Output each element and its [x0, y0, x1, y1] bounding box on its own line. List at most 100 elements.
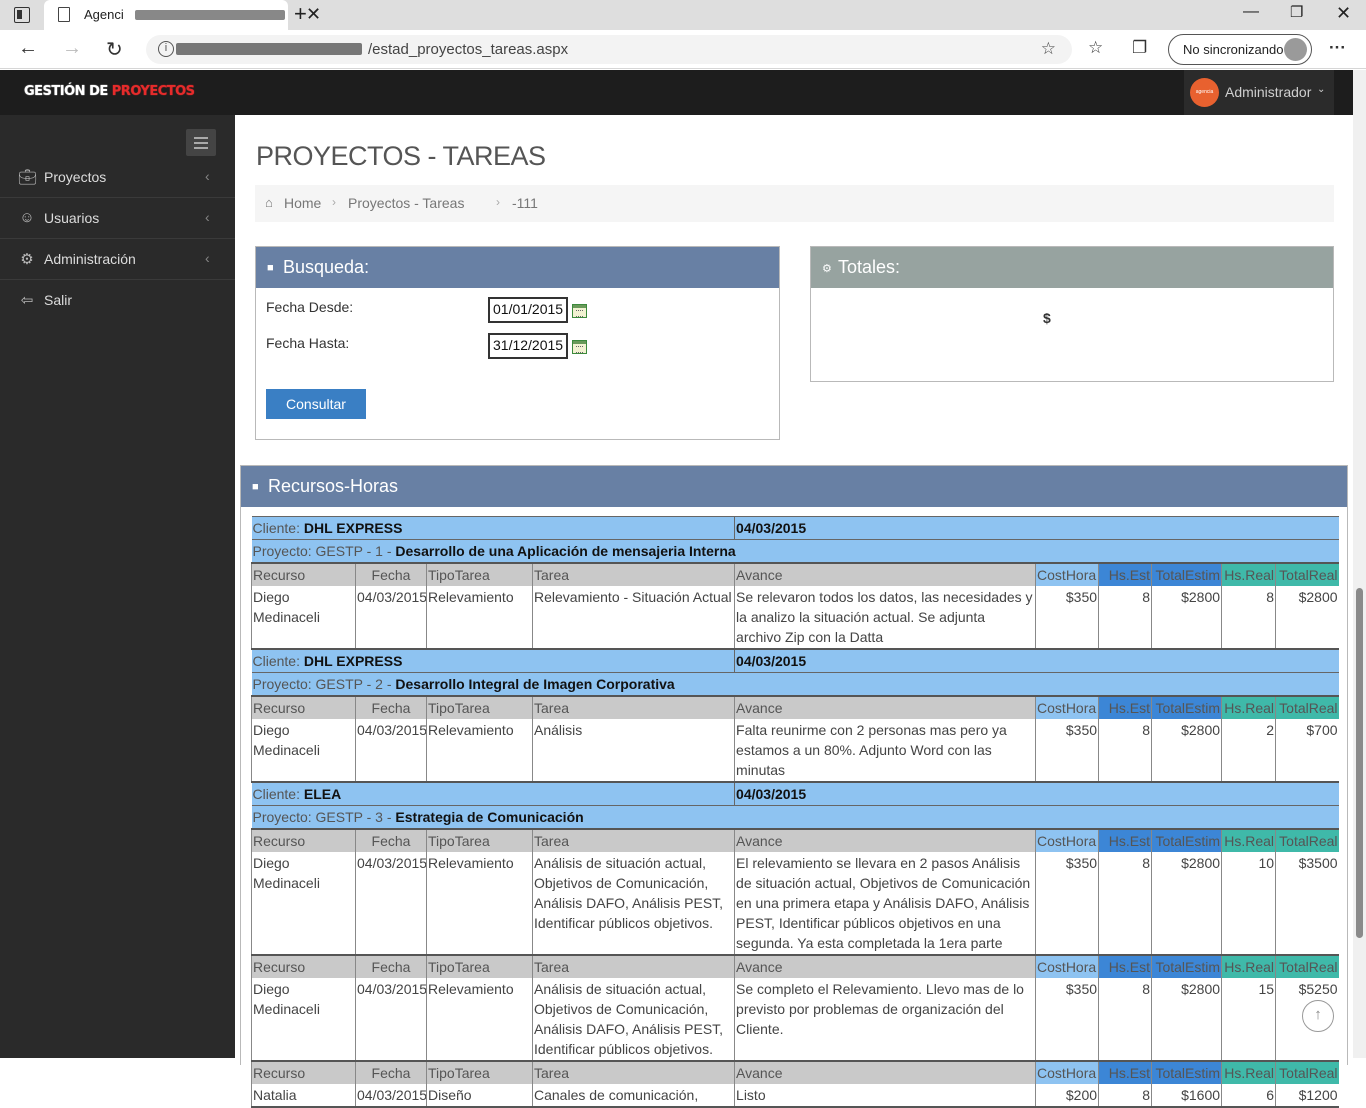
client-row: Cliente: DHL EXPRESS 04/03/2015 — [251, 516, 1339, 540]
cell-tarea: Canales de comunicación, — [531, 1084, 735, 1108]
cell-totalreal: $700 — [1275, 719, 1339, 783]
refresh-icon[interactable]: ↻ — [106, 37, 123, 62]
cell-costhora: $350 — [1035, 719, 1099, 783]
fecha-hasta-input[interactable]: 31/12/2015 — [488, 333, 568, 359]
chevron-down-icon: ⌄ — [1317, 84, 1326, 95]
header-fecha: Fecha — [355, 828, 427, 852]
browser-tab[interactable]: Agenci ✕ — [44, 0, 321, 30]
favorites-icon[interactable]: ☆ — [1088, 38, 1103, 58]
cell-totalreal: $1200 — [1275, 1084, 1339, 1108]
header-totalestim: TotalEstim — [1151, 562, 1222, 586]
forward-icon[interactable]: → — [62, 37, 82, 60]
cell-tipo: Relevamiento — [426, 586, 533, 650]
user-name: Administrador — [1225, 84, 1312, 100]
header-recurso: Recurso — [251, 954, 356, 978]
totales-title: Totales: — [838, 257, 901, 277]
tab-actions-icon[interactable] — [14, 7, 30, 23]
cell-avance: Se completo el Relevamiento. Llevo mas d… — [734, 978, 1036, 1062]
brand-logo[interactable]: GESTIÓN DE PROYECTOS — [24, 84, 195, 99]
vertical-scrollbar[interactable] — [1353, 70, 1366, 1058]
client-cell: Cliente: DHL EXPRESS — [251, 648, 735, 673]
sidebar-item-label: Proyectos — [44, 169, 107, 185]
collections-icon[interactable]: ❐ — [1132, 38, 1147, 58]
table-row: Diego Medinaceli 04/03/2015 Relevamiento Re… — [251, 586, 1339, 650]
brand-white: GESTIÓN DE — [24, 84, 108, 99]
cell-hsest: 8 — [1098, 719, 1152, 783]
header-costhora: CostHora — [1035, 695, 1099, 719]
header-hsest: Hs.Est — [1098, 828, 1152, 852]
sidebar-item-label: Usuarios — [44, 210, 100, 226]
cell-hsreal: 15 — [1221, 978, 1276, 1062]
table-row: Diego Medinaceli 04/03/2015 Relevamiento An… — [251, 719, 1339, 783]
profile-sync-button[interactable]: No sincronizando — [1168, 34, 1312, 65]
site-info-icon[interactable]: i — [158, 41, 174, 57]
cell-fecha: 04/03/2015 — [355, 586, 427, 650]
gift-icon: ■ — [267, 262, 274, 274]
header-hsreal: Hs.Real — [1221, 1060, 1276, 1084]
close-window-icon[interactable]: ✕ — [1336, 3, 1351, 24]
header-hsreal: Hs.Real — [1221, 954, 1276, 978]
cell-hsest: 8 — [1098, 852, 1152, 956]
page-icon — [58, 7, 70, 22]
cliente-label: Cliente: — [252, 520, 300, 536]
totales-header: ⚙ Totales: — [811, 247, 1333, 288]
user-avatar: agencia Ecoba — [1190, 78, 1219, 107]
cell-costhora: $350 — [1035, 852, 1099, 956]
cliente-label: Cliente: — [252, 786, 300, 802]
sidebar-item-usuarios[interactable]: ☺ Usuarios ‹ — [0, 198, 235, 239]
new-tab-icon[interactable]: + — [294, 1, 307, 27]
close-tab-icon[interactable]: ✕ — [306, 4, 321, 25]
totales-value: $ — [1043, 310, 1051, 326]
user-menu[interactable]: agencia Ecoba Administrador ⌄ — [1184, 70, 1334, 115]
sidebar-item-salir[interactable]: ⇦ Salir — [0, 280, 235, 321]
fecha-desde-input[interactable]: 01/01/2015 — [488, 297, 568, 323]
cell-tipo: Relevamiento — [426, 852, 533, 956]
breadcrumb: ⌂ Home › Proyectos - Tareas › -111 — [255, 185, 1334, 222]
header-recurso: Recurso — [251, 562, 356, 586]
header-avance: Avance — [734, 954, 1036, 978]
header-costhora: CostHora — [1035, 562, 1099, 586]
project-row: Proyecto: GESTP - 3 - Estrategia de Comu… — [251, 805, 1339, 829]
cell-fecha: 04/03/2015 — [355, 978, 427, 1062]
proyecto-code: GESTP - 2 - — [315, 676, 392, 692]
restore-icon[interactable]: ❐ — [1290, 3, 1303, 21]
more-menu-icon[interactable]: ··· — [1329, 38, 1346, 58]
scrollbar-thumb[interactable] — [1356, 588, 1363, 938]
recursos-table: Cliente: DHL EXPRESS 04/03/2015 Proyecto: … — [251, 516, 1339, 1108]
scroll-to-top-button[interactable]: ↑ — [1302, 1000, 1334, 1032]
favorite-add-icon[interactable]: ☆ — [1041, 39, 1056, 59]
breadcrumb-proyectos-tareas[interactable]: Proyectos - Tareas — [348, 195, 464, 211]
back-icon[interactable]: ← — [18, 37, 38, 60]
cliente-date: 04/03/2015 — [736, 786, 807, 802]
project-row: Proyecto: GESTP - 1 - Desarrollo de una … — [251, 539, 1339, 563]
redacted-domain — [176, 43, 362, 55]
cell-avance: Se relevaron todos los datos, las necesi… — [734, 586, 1036, 650]
proyecto-code: GESTP - 3 - — [315, 809, 392, 825]
cell-tipo: Diseño — [426, 1084, 533, 1108]
calendar-icon[interactable] — [572, 340, 587, 354]
proyecto-name: Estrategia de Comunicación — [395, 809, 584, 825]
gears-icon: ⚙ — [822, 263, 832, 275]
client-date-cell: 04/03/2015 — [734, 781, 1339, 806]
url-field[interactable]: i /estad_proyectos_tareas.aspx ☆ — [146, 35, 1072, 64]
table-row: Natalia 04/03/2015 Diseño Canales de comuni… — [251, 1084, 1339, 1108]
breadcrumb-home[interactable]: Home — [284, 195, 321, 211]
user-icon: ☺ — [19, 209, 35, 226]
gift-icon: ■ — [252, 481, 259, 493]
cell-totalestim: $2800 — [1151, 586, 1222, 650]
proyecto-code: GESTP - 1 - — [315, 543, 392, 559]
cell-recurso: Diego Medinaceli — [251, 719, 356, 783]
header-costhora: CostHora — [1035, 1060, 1099, 1084]
header-tipotarea: TipoTarea — [426, 695, 533, 719]
header-tarea: Tarea — [531, 695, 735, 719]
sidebar-toggle-button[interactable] — [186, 129, 216, 156]
home-icon[interactable]: ⌂ — [265, 195, 273, 210]
calendar-icon[interactable] — [572, 304, 587, 318]
minimize-icon[interactable]: — — [1243, 3, 1259, 21]
cell-totalestim: $2800 — [1151, 719, 1222, 783]
sidebar-item-administracion[interactable]: ⚙ Administración ‹ — [0, 239, 235, 280]
consultar-button[interactable]: Consultar — [266, 389, 366, 419]
breadcrumb-current: -111 — [512, 195, 538, 211]
header-tipotarea: TipoTarea — [426, 828, 533, 852]
sidebar-item-proyectos[interactable]: 💼︎ Proyectos ‹ — [0, 157, 235, 198]
